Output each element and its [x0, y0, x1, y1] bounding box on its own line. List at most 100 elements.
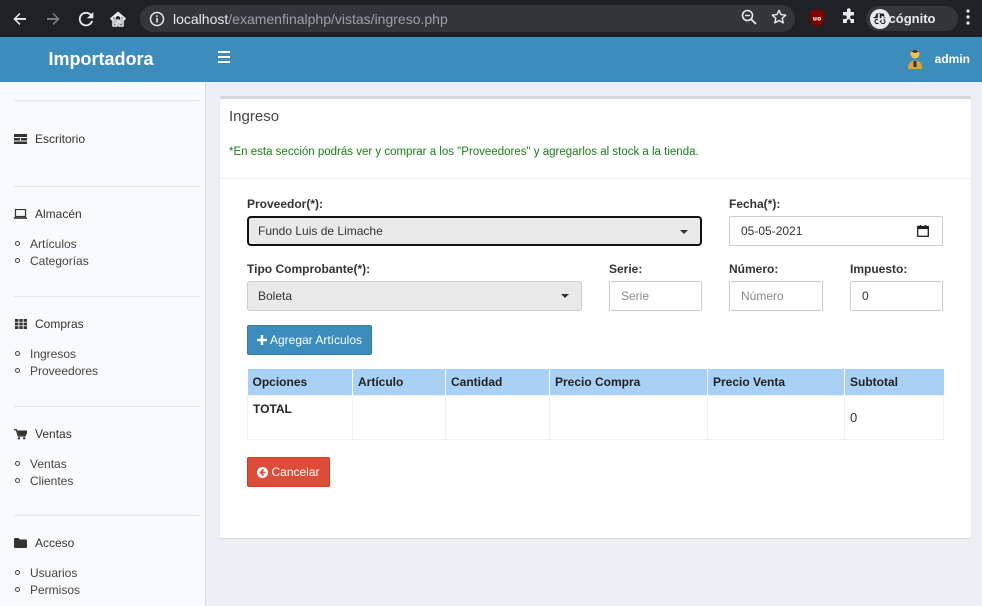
table-cell: [549, 394, 708, 440]
sidebar-section-almacen: Almacén Artículos Categorías: [14, 206, 200, 269]
app-header: Importadora admin: [0, 37, 982, 82]
back-button[interactable]: [8, 7, 32, 31]
numero-input[interactable]: [729, 281, 823, 311]
sidebar-section-acceso: Acceso Usuarios Permisos: [14, 535, 200, 598]
fecha-label: Fecha(*):: [729, 197, 781, 211]
page-title: Ingreso: [229, 108, 280, 125]
circle-icon: [15, 478, 20, 483]
ingreso-panel: Ingreso *En esta sección podrás ver y co…: [220, 96, 971, 538]
sidebar-divider: [14, 100, 200, 101]
user-menu[interactable]: admin: [905, 48, 970, 70]
column-header: Precio Venta: [707, 369, 845, 395]
proveedor-label: Proveedor(*):: [247, 197, 324, 211]
numero-label: Número:: [729, 262, 779, 276]
fecha-input[interactable]: 05-05-2021: [729, 216, 943, 246]
extensions-puzzle-icon[interactable]: [840, 8, 858, 26]
cancel-button[interactable]: Cancelar: [247, 457, 330, 487]
tipo-comprobante-label: Tipo Comprobante(*):: [247, 262, 371, 276]
star-icon[interactable]: [771, 9, 787, 25]
sidebar-subitem-articulos[interactable]: Artículos: [14, 235, 200, 252]
table-row: TOTAL 0: [247, 394, 944, 440]
detalle-table: Opciones Artículo Cantidad Precio Compra…: [247, 369, 944, 440]
sidebar-item-almacen[interactable]: Almacén: [14, 206, 200, 222]
incognito-indicator[interactable]: Incógnito: [866, 6, 958, 31]
reload-button[interactable]: [74, 7, 98, 31]
circle-icon: [15, 570, 20, 575]
home-button[interactable]: [106, 7, 130, 31]
table-header-row: Opciones Artículo Cantidad Precio Compra…: [247, 369, 944, 395]
sidebar-divider: [14, 515, 200, 516]
total-value: 0: [844, 394, 944, 440]
folder-icon: [14, 537, 27, 549]
column-header: Subtotal: [844, 369, 944, 395]
plus-icon: [256, 335, 267, 345]
sidebar-subitem-usuarios[interactable]: Usuarios: [14, 564, 200, 581]
sidebar-item-ventas[interactable]: Ventas: [14, 426, 200, 442]
circle-icon: [15, 461, 20, 466]
arrow-circle-left-icon: [257, 466, 269, 478]
proveedor-select[interactable]: Fundo Luis de Limache: [247, 216, 702, 246]
reload-icon: [78, 11, 94, 26]
panel-divider: [220, 178, 971, 179]
dashboard-icon: [14, 133, 27, 145]
impuesto-label: Impuesto:: [850, 262, 908, 276]
address-bar[interactable]: localhost/examenfinalphp/vistas/ingreso.…: [140, 5, 795, 32]
browser-toolbar: localhost/examenfinalphp/vistas/ingreso.…: [0, 0, 982, 37]
forward-button[interactable]: [41, 7, 65, 31]
menu-kebab-icon[interactable]: [966, 9, 970, 28]
sidebar-item-compras[interactable]: Compras: [14, 316, 200, 332]
chevron-down-icon: [561, 294, 569, 298]
arrow-left-icon: [13, 12, 26, 25]
user-name: admin: [934, 52, 970, 66]
circle-icon: [15, 258, 20, 263]
calendar-icon[interactable]: [917, 225, 929, 237]
url-text: localhost/examenfinalphp/vistas/ingreso.…: [173, 10, 448, 27]
circle-icon: [15, 368, 20, 373]
sidebar-item-acceso[interactable]: Acceso: [14, 535, 200, 551]
circle-icon: [15, 587, 20, 592]
sidebar-subitem-permisos[interactable]: Permisos: [14, 581, 200, 598]
serie-label: Serie:: [609, 262, 643, 276]
section-note: *En esta sección podrás ver y comprar a …: [229, 146, 699, 158]
circle-icon: [15, 241, 20, 246]
total-label: TOTAL: [247, 394, 353, 440]
cart-icon: [14, 428, 27, 440]
sidebar-subitem-ingresos[interactable]: Ingresos: [14, 345, 200, 362]
sidebar-toggle-icon[interactable]: [218, 51, 232, 65]
laptop-icon: [14, 208, 27, 220]
impuesto-input[interactable]: [850, 281, 943, 311]
table-cell: [707, 394, 845, 440]
tipo-comprobante-select[interactable]: Boleta: [247, 281, 582, 311]
sidebar-item-escritorio[interactable]: Escritorio: [14, 131, 200, 147]
sidebar: Escritorio Almacén Artículos Categorías …: [0, 82, 206, 606]
sidebar-divider: [14, 186, 200, 187]
circle-icon: [15, 351, 20, 356]
sidebar-section-ventas: Ventas Ventas Clientes: [14, 426, 200, 489]
column-header: Cantidad: [445, 369, 550, 395]
zoom-icon[interactable]: [741, 9, 757, 25]
app-logo[interactable]: Importadora: [0, 37, 205, 82]
ublock-extension-icon[interactable]: uo: [808, 8, 826, 28]
add-articles-button[interactable]: Agregar Artículos: [247, 325, 372, 355]
svg-text:uo: uo: [813, 16, 821, 23]
sidebar-subitem-ventas[interactable]: Ventas: [14, 455, 200, 472]
sidebar-subitem-categorias[interactable]: Categorías: [14, 252, 200, 269]
column-header: Artículo: [352, 369, 446, 395]
info-icon[interactable]: [149, 11, 165, 27]
sidebar-subitem-clientes[interactable]: Clientes: [14, 472, 200, 489]
column-header: Opciones: [247, 369, 353, 395]
user-avatar-icon: [907, 49, 922, 69]
table-cell: [352, 394, 446, 440]
sidebar-divider: [14, 406, 200, 407]
serie-input[interactable]: [609, 281, 702, 311]
sidebar-section-escritorio: Escritorio: [14, 131, 200, 147]
column-header: Precio Compra: [549, 369, 708, 395]
incognito-label: Incógnito: [877, 11, 936, 26]
table-cell: [445, 394, 550, 440]
home-icon: [110, 11, 126, 27]
grid-icon: [14, 318, 27, 330]
sidebar-subitem-proveedores[interactable]: Proveedores: [14, 362, 200, 379]
chevron-down-icon: [680, 230, 688, 234]
sidebar-section-compras: Compras Ingresos Proveedores: [14, 316, 200, 379]
arrow-right-icon: [47, 12, 60, 25]
